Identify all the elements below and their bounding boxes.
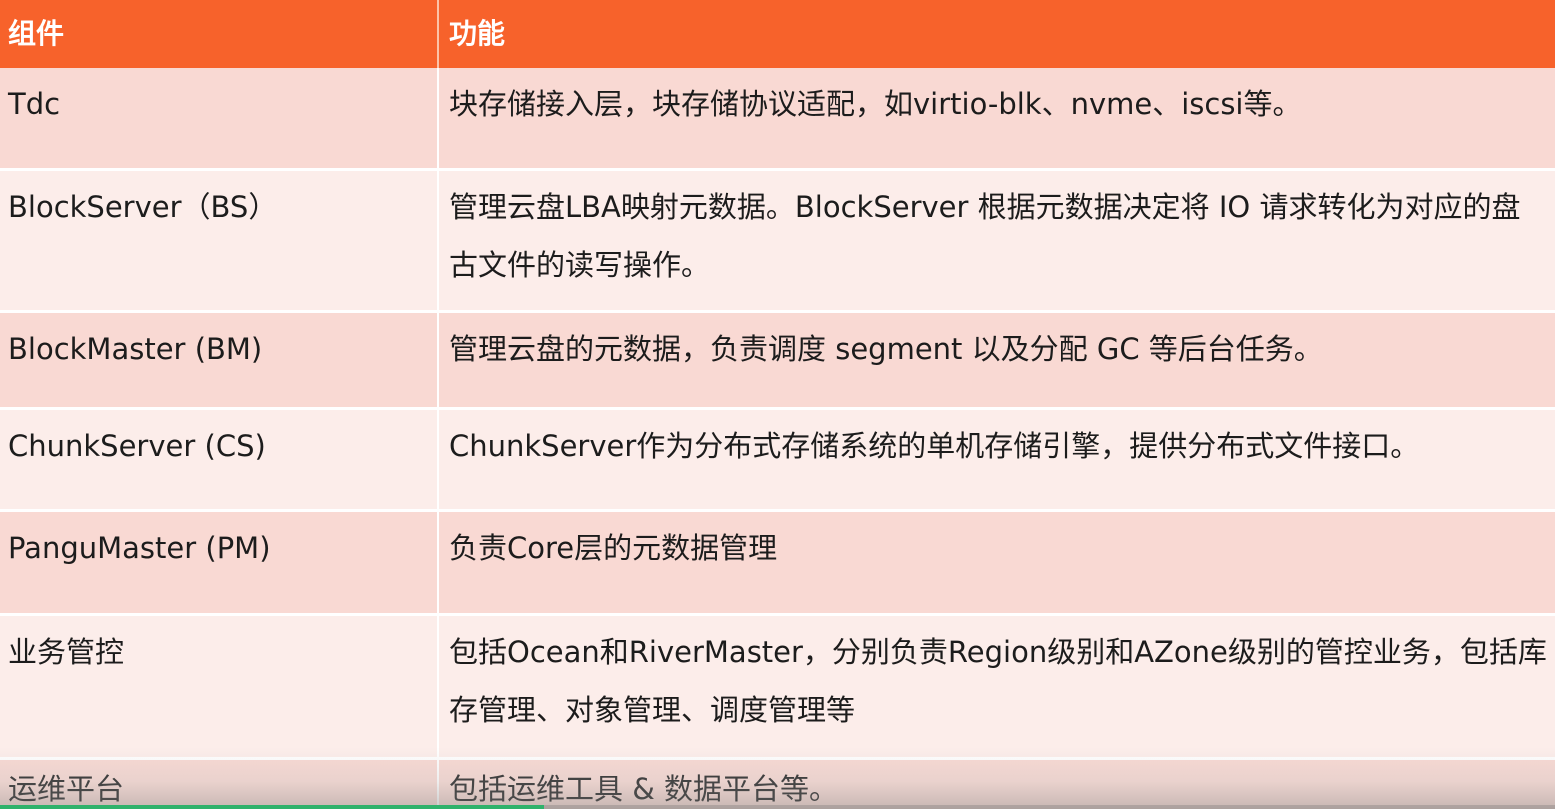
row-ops-platform-component: 运维平台 bbox=[0, 757, 437, 809]
video-progress-fill bbox=[0, 805, 545, 809]
row-chunkserver-function: ChunkServer作为分布式存储系统的单机存储引擎，提供分布式文件接口。 bbox=[437, 407, 1555, 509]
row-blockmaster-function: 管理云盘的元数据，负责调度 segment 以及分配 GC 等后台任务。 bbox=[437, 310, 1555, 407]
row-pangumaster-component: PanguMaster (PM) bbox=[0, 509, 437, 613]
row-blockmaster-component: BlockMaster (BM) bbox=[0, 310, 437, 407]
header-component: 组件 bbox=[0, 0, 437, 68]
component-function-table: 组件 功能 Tdc 块存储接入层，块存储协议适配，如virtio-blk、nvm… bbox=[0, 0, 1555, 809]
row-pangumaster-function: 负责Core层的元数据管理 bbox=[437, 509, 1555, 613]
row-blockserver-function: 管理云盘LBA映射元数据。BlockServer 根据元数据决定将 IO 请求转… bbox=[437, 168, 1555, 310]
row-blockserver-component: BlockServer（BS） bbox=[0, 168, 437, 310]
row-business-control-function: 包括Ocean和RiverMaster，分别负责Region级别和AZone级别… bbox=[437, 613, 1555, 757]
row-tdc-component: Tdc bbox=[0, 68, 437, 168]
header-function: 功能 bbox=[437, 0, 1555, 68]
row-business-control-component: 业务管控 bbox=[0, 613, 437, 757]
row-ops-platform-function: 包括运维工具 & 数据平台等。 bbox=[437, 757, 1555, 809]
row-tdc-function: 块存储接入层，块存储协议适配，如virtio-blk、nvme、iscsi等。 bbox=[437, 68, 1555, 168]
row-chunkserver-component: ChunkServer (CS) bbox=[0, 407, 437, 509]
video-progress-bar[interactable] bbox=[0, 805, 1555, 809]
